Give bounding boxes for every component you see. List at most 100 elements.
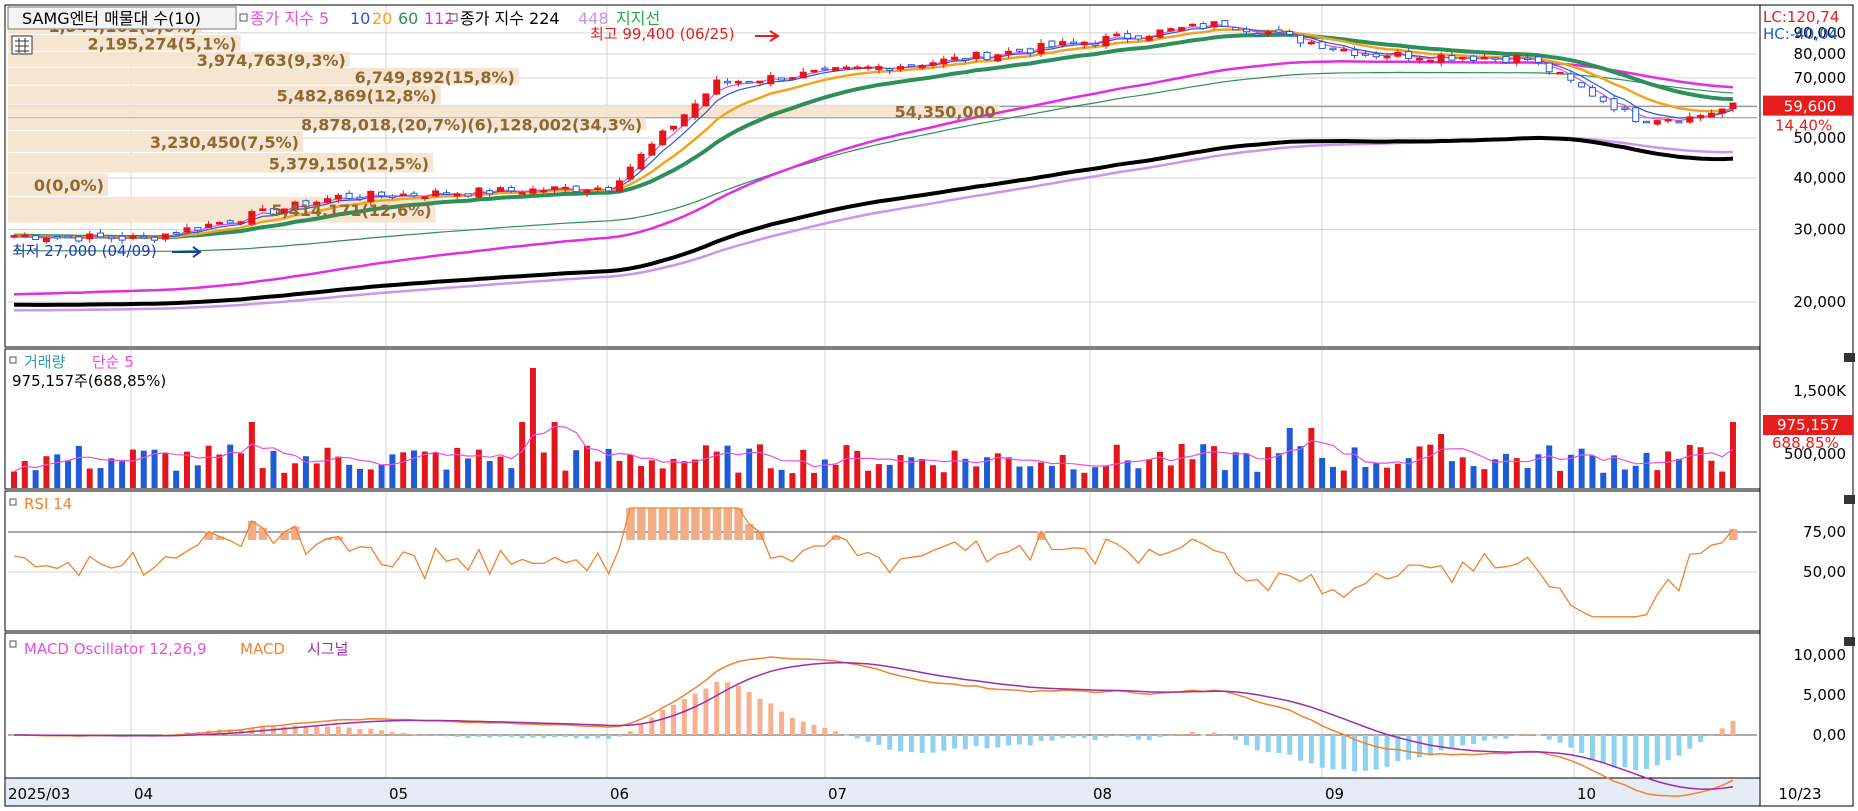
candle-body	[788, 77, 796, 80]
candle-body	[551, 186, 559, 191]
candle-body	[713, 79, 721, 95]
volume-bar	[1070, 469, 1077, 488]
macd-oscillator-bar	[1395, 735, 1401, 762]
candle-body	[1015, 48, 1023, 52]
volume-bar	[940, 472, 947, 488]
candle-body	[1664, 119, 1672, 122]
macd-oscillator-bar	[746, 692, 752, 735]
x-axis-end-label: 10/23	[1778, 785, 1821, 803]
rsi-layer	[8, 507, 1757, 618]
chart-canvas[interactable]: 0(0,0%) 5,379,150(12,5%) 3,230,450(7,5%)8,…	[0, 0, 1858, 811]
volume-bar	[1146, 459, 1153, 488]
candle-body	[75, 236, 83, 242]
macd-oscillator-bar	[649, 717, 655, 735]
candle-body	[1297, 34, 1305, 44]
volume-bar	[735, 472, 742, 488]
macd-oscillator-bar	[433, 735, 439, 736]
volume-bar	[1546, 445, 1553, 488]
volume-bar	[1730, 422, 1736, 488]
macd-oscillator-bar	[1362, 735, 1368, 771]
macd-oscillator-bar	[519, 735, 525, 739]
macd-oscillator-bar	[616, 735, 622, 737]
macd-oscillator-bar	[1125, 735, 1131, 738]
volume-bar	[389, 454, 396, 488]
volume-bar	[43, 456, 50, 488]
macd-oscillator-bar	[1038, 735, 1044, 741]
macd-oscillator-bar	[1698, 735, 1704, 742]
rsi-overbought-fill	[258, 527, 268, 540]
candle-body	[724, 80, 732, 84]
rsi-overbought-fill	[637, 508, 646, 540]
candle-body	[1080, 41, 1088, 46]
volume-bar	[1589, 455, 1596, 488]
volume-bar	[1394, 463, 1401, 488]
volume-bar	[248, 422, 255, 488]
panel-collapse-icon[interactable]	[1844, 495, 1855, 504]
volume-bar	[1254, 471, 1261, 488]
candle-body	[1394, 51, 1402, 57]
macd-oscillator-bar	[443, 735, 449, 737]
macd-oscillator-bar	[346, 727, 352, 735]
volume-bar	[1102, 465, 1109, 488]
volume-bar	[875, 464, 882, 488]
macd-oscillator-bar	[1568, 735, 1574, 748]
candle-body	[1686, 116, 1694, 123]
macd-oscillator-bar	[595, 735, 601, 739]
volume-bar	[973, 466, 980, 488]
macd-osc-title: MACD Oscillator 12,26,9	[24, 640, 207, 658]
candle-body	[659, 130, 667, 146]
candle-body	[1524, 57, 1532, 61]
candle-body	[1632, 107, 1640, 123]
panel-toggle-icon[interactable]	[9, 498, 17, 506]
volume-bar	[573, 450, 580, 488]
legend-item: 종가 지수 224	[460, 9, 560, 28]
volume-bar	[659, 468, 666, 488]
volume-bar	[1643, 452, 1650, 488]
volume-bar	[1178, 443, 1185, 488]
macd-oscillator-bar	[400, 732, 406, 735]
macd-oscillator-bar	[606, 735, 612, 739]
high-price-annotation: 최고 99,400 (06/25)	[590, 25, 735, 43]
volume-bar	[335, 456, 342, 488]
candle-body	[453, 193, 461, 197]
x-axis-label: 2025/03	[8, 785, 70, 803]
volume-summary: 975,157주(688,85%)	[12, 372, 166, 390]
candle-body	[940, 58, 948, 65]
macd-oscillator-bar	[865, 735, 871, 742]
panel-collapse-icon[interactable]	[1844, 637, 1855, 646]
volume-bar	[540, 452, 547, 488]
x-axis-strip	[4, 777, 1761, 807]
candle-body	[1448, 55, 1456, 61]
macd-oscillator-bar	[530, 735, 536, 738]
volume-bar	[486, 461, 493, 488]
volume-bar	[962, 458, 969, 488]
macd-oscillator-bar	[1341, 735, 1347, 770]
macd-oscillator-bar	[1189, 731, 1195, 735]
candle-body	[637, 153, 645, 170]
volume-last-value: 975,157	[1777, 416, 1839, 434]
candle-body	[1351, 49, 1359, 57]
macd-signal-title: 시그널	[307, 640, 348, 658]
volume-bar	[1502, 453, 1509, 488]
volume-bar	[1427, 444, 1434, 488]
legend-toggle-icon[interactable]	[449, 13, 458, 22]
x-axis-label: 08	[1093, 785, 1112, 803]
candle-body	[1729, 102, 1737, 110]
panel-toggle-icon[interactable]	[9, 356, 17, 364]
volume-bar	[1005, 457, 1012, 488]
macd-oscillator-bar	[541, 735, 547, 739]
macd-oscillator-bar	[1503, 735, 1509, 739]
macd-oscillator-bar	[1081, 735, 1087, 739]
panel-toggle-icon[interactable]	[9, 640, 17, 648]
candle-body	[86, 233, 94, 240]
macd-oscillator-bar	[422, 735, 428, 736]
candle-body	[540, 189, 548, 193]
panel-collapse-icon[interactable]	[1844, 353, 1855, 362]
volume-bar	[702, 445, 709, 488]
volume-bar	[173, 470, 180, 488]
candle-body	[1437, 54, 1445, 63]
candle-body	[1286, 30, 1294, 35]
price-axis-tick: 70,000	[1794, 69, 1847, 87]
legend-toggle-icon[interactable]	[239, 13, 248, 22]
candle-body	[129, 235, 137, 239]
